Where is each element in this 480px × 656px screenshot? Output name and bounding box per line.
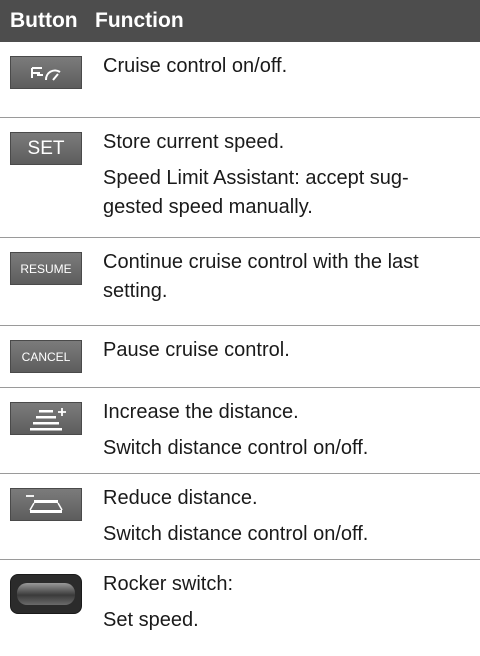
function-cell: Cruise control on/off. [103,42,480,117]
function-cell: Store current speed. Speed Limit Assista… [103,118,480,237]
table-row: Cruise control on/off. [0,42,480,118]
function-text: Continue cruise control with the last se… [103,251,419,302]
table-row: Reduce distance. Switch distance control… [0,474,480,560]
cancel-button: CANCEL [10,340,82,373]
button-cell: CANCEL [0,326,103,387]
function-cell: Reduce distance. Switch distance control… [103,474,480,559]
table-row: CANCEL Pause cruise control. [0,326,480,388]
reduce-distance-icon [10,488,82,521]
table-header: Button Function [0,0,480,42]
button-cell [0,474,103,559]
button-cell: SET [0,118,103,237]
header-button: Button [10,9,78,32]
resume-button: RESUME [10,252,82,285]
set-button: SET [10,132,82,165]
button-cell [0,42,103,117]
function-cell: Pause cruise control. [103,326,480,387]
function-text: Increase the distance. [103,401,299,423]
button-cell: RESUME [0,238,103,325]
button-function-table: Button Function Cruise control on/off. S… [0,0,480,656]
function-cell: Increase the distance. Switch distance c… [103,388,480,473]
header-function: Function [95,9,184,32]
function-text: Rocker switch: [103,573,234,595]
button-cell [0,388,103,473]
rocker-switch-icon [10,574,82,614]
function-text: Store current speed. [103,131,285,153]
table-row: SET Store current speed. Speed Limit Ass… [0,118,480,238]
table-row: Rocker switch: Set speed. [0,560,480,656]
function-text: Reduce distance. [103,487,258,509]
button-cell [0,560,103,656]
function-text: Pause cruise control. [103,339,290,361]
table-row: Increase the distance. Switch distance c… [0,388,480,474]
function-text: Set speed. [103,609,199,631]
function-text: Switch distance control on/off. [103,437,369,459]
function-cell: Continue cruise control with the last se… [103,238,480,325]
function-text: Speed Limit Assistant: accept sug-gested… [103,167,409,218]
increase-distance-icon [10,402,82,435]
function-text: Cruise control on/off. [103,55,288,77]
rocker-switch-paddle [17,583,75,605]
function-text: Switch distance control on/off. [103,523,369,545]
table-row: RESUME Continue cruise control with the … [0,238,480,326]
function-cell: Rocker switch: Set speed. [103,560,480,656]
cruise-control-icon [10,56,82,89]
